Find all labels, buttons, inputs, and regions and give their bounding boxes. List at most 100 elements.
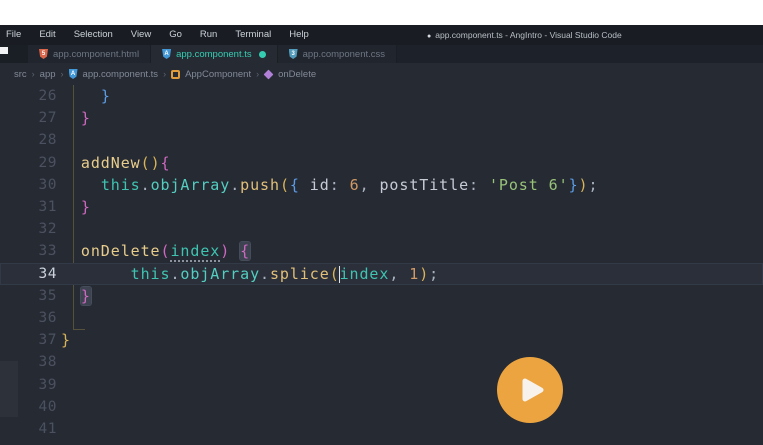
menu-item-help[interactable]: Help [280, 25, 318, 45]
angular-file-icon: A [162, 49, 171, 59]
code-token: , [360, 176, 370, 194]
breadcrumb-item-src[interactable]: src [14, 69, 27, 80]
code-line[interactable]: 37} [0, 329, 763, 351]
menu-item-terminal[interactable]: Terminal [226, 25, 280, 45]
code-line[interactable]: 40 [0, 396, 763, 418]
code-token: postTitle [370, 176, 470, 194]
breadcrumb-label: AppComponent [185, 69, 251, 80]
code-token: ( [141, 154, 151, 172]
menu-item-edit[interactable]: Edit [30, 25, 64, 45]
tab-bar: 5app.component.htmlAapp.component.ts 3 app… [0, 45, 763, 63]
window-title-text: app.component.ts - AngIntro - Visual Stu… [435, 30, 622, 40]
code-line[interactable]: 33 onDelete(index) { [0, 240, 763, 262]
tab-label: app.component.css [303, 49, 385, 60]
breadcrumb-separator-icon: › [61, 69, 64, 79]
code-text: } [61, 107, 91, 129]
code-line[interactable]: 36 [0, 307, 763, 329]
code-line[interactable]: 29 addNew(){ [0, 152, 763, 174]
unsaved-changes-dot-icon[interactable] [259, 51, 266, 58]
code-token: : [330, 176, 340, 194]
code-line[interactable]: 41 [0, 418, 763, 440]
code-token [61, 176, 101, 194]
line-number: 37 [0, 332, 61, 348]
code-token: splice [270, 265, 330, 283]
play-icon [513, 373, 547, 407]
code-token [61, 198, 81, 216]
title-bar: FileEditSelectionViewGoRunTerminalHelp ●… [0, 25, 763, 45]
code-line[interactable]: 30 this.objArray.push({ id: 6, postTitle… [0, 174, 763, 196]
code-token: onDelete [81, 242, 161, 260]
code-token: 6 [350, 176, 360, 194]
line-number: 32 [0, 221, 61, 237]
line-number: 31 [0, 199, 61, 215]
menu-item-run[interactable]: Run [191, 25, 226, 45]
code-text: onDelete(index) { [61, 240, 250, 262]
code-token [61, 287, 81, 305]
code-token: ) [579, 176, 589, 194]
code-token: } [81, 198, 91, 216]
code-line[interactable]: 26 } [0, 85, 763, 107]
code-token [230, 242, 240, 260]
code-token: } [81, 287, 91, 305]
code-token [340, 176, 350, 194]
menu-item-file[interactable]: File [0, 25, 30, 45]
window-title: ●app.component.ts - AngIntro - Visual St… [427, 25, 622, 45]
code-line[interactable]: 32 [0, 218, 763, 240]
css-file-icon: 3 [289, 49, 298, 59]
code-text: this.objArray.splice(index, 1); [61, 263, 439, 285]
line-number: 30 [0, 177, 61, 193]
code-token [61, 154, 81, 172]
menu-item-go[interactable]: Go [160, 25, 191, 45]
breadcrumb-separator-icon: › [256, 69, 259, 79]
code-text: } [61, 329, 71, 351]
code-text: this.objArray.push({ id: 6, postTitle: '… [61, 174, 598, 196]
code-token: } [81, 109, 91, 127]
code-line[interactable]: 31 } [0, 196, 763, 218]
code-token [61, 109, 81, 127]
code-token: . [170, 265, 180, 283]
line-number: 35 [0, 288, 61, 304]
code-token: objArray [151, 176, 231, 194]
line-number: 33 [0, 243, 61, 259]
angular-file-icon: A [69, 69, 78, 79]
code-token: } [101, 87, 111, 105]
code-line[interactable]: 35 } [0, 285, 763, 307]
tab-app.component.ts[interactable]: Aapp.component.ts [151, 45, 278, 63]
code-editor[interactable]: 26 }27 }2829 addNew(){30 this.objArray.p… [0, 85, 763, 445]
code-token: ; [588, 176, 598, 194]
breadcrumb-item-app.component.ts[interactable]: Aapp.component.ts [69, 69, 159, 80]
line-number: 29 [0, 155, 61, 171]
tab-app.component.html[interactable]: 5app.component.html [28, 45, 151, 63]
code-token: ( [280, 176, 290, 194]
breadcrumb-label: onDelete [278, 69, 316, 80]
menu-item-view[interactable]: View [122, 25, 160, 45]
code-line[interactable]: 38 [0, 351, 763, 373]
breadcrumb-label: src [14, 69, 27, 80]
code-token: { [161, 154, 171, 172]
code-token: this [101, 176, 141, 194]
line-number: 26 [0, 88, 61, 104]
breadcrumb-separator-icon: › [163, 69, 166, 79]
menu-item-selection[interactable]: Selection [65, 25, 122, 45]
breadcrumb-separator-icon: › [32, 69, 35, 79]
code-line[interactable]: 39 [0, 373, 763, 395]
breadcrumb-item-AppComponent[interactable]: AppComponent [171, 69, 251, 80]
code-token: this [131, 265, 171, 283]
breadcrumb-item-onDelete[interactable]: onDelete [264, 69, 316, 80]
code-line[interactable]: 28 [0, 129, 763, 151]
code-text: addNew(){ [61, 152, 170, 174]
breadcrumb-item-app[interactable]: app [40, 69, 56, 80]
code-token: index [170, 242, 220, 262]
line-number: 34 [0, 266, 61, 282]
breadcrumb: src › app › Aapp.component.ts › AppComponent › o… [0, 63, 763, 85]
tab-app.component.css[interactable]: 3 app.component.css [278, 45, 397, 63]
code-line[interactable]: 27 } [0, 107, 763, 129]
code-token: { [290, 176, 300, 194]
class-symbol-icon [171, 70, 180, 79]
video-play-button[interactable] [497, 357, 563, 423]
line-number: 41 [0, 421, 61, 437]
code-token: } [569, 176, 579, 194]
code-token: 1 [409, 265, 419, 283]
code-line-current[interactable]: 34 this.objArray.splice(index, 1); [0, 263, 763, 285]
code-token: . [141, 176, 151, 194]
